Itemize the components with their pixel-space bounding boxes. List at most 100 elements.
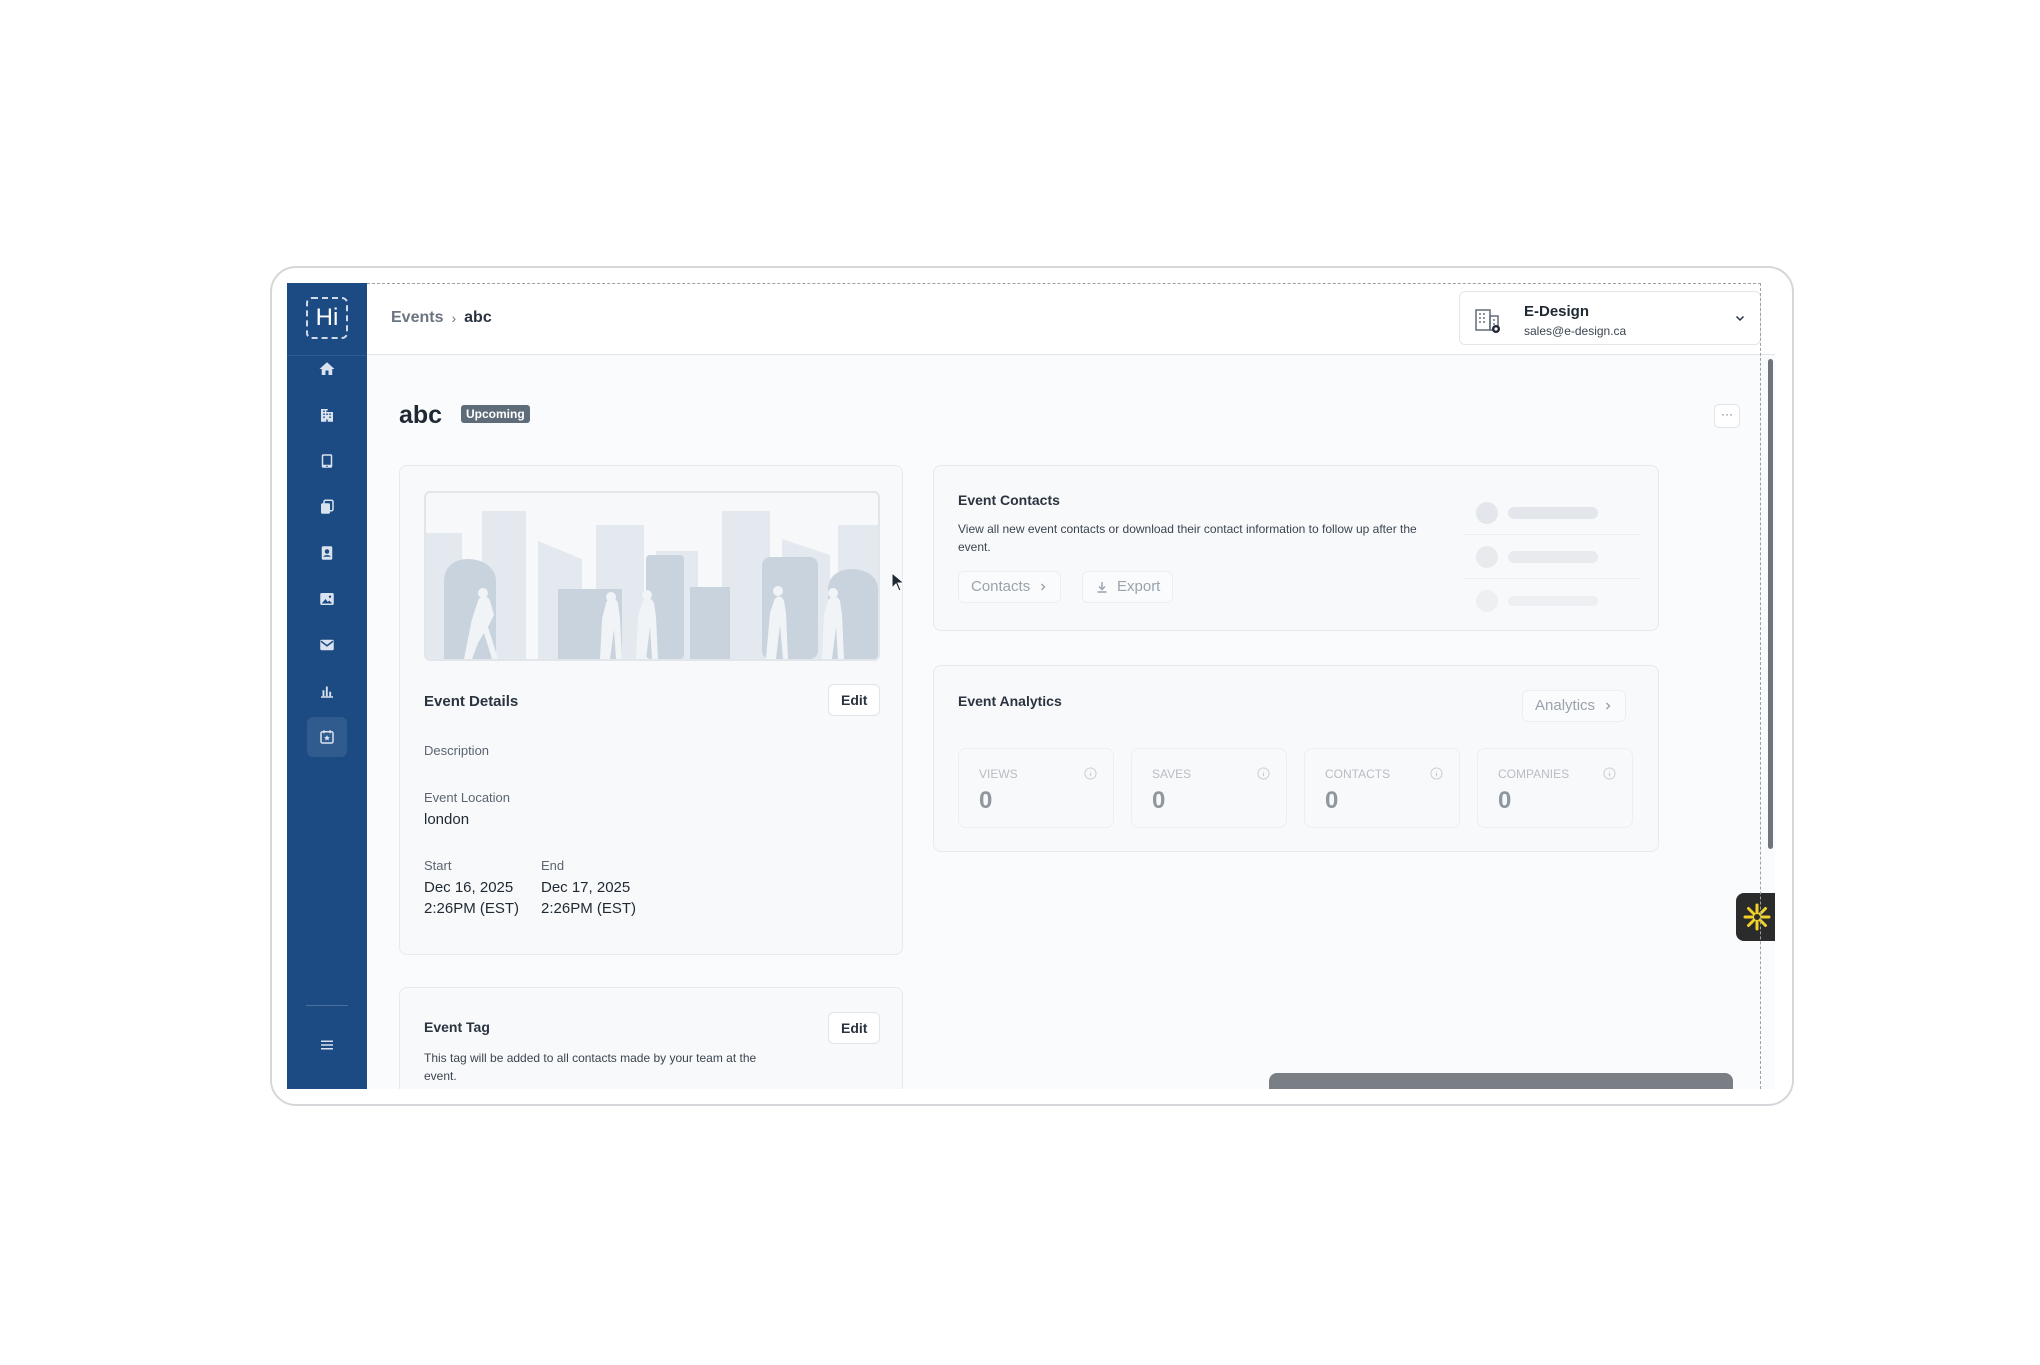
stat-saves: SAVES 0	[1131, 748, 1287, 828]
stat-label: CONTACTS	[1325, 767, 1391, 781]
page-title: abc	[399, 401, 443, 429]
start-date: Dec 16, 2025	[424, 879, 514, 896]
account-name: E-Design	[1524, 303, 1590, 320]
selection-border-top	[367, 283, 1761, 284]
event-location-label: Event Location	[424, 790, 511, 805]
skeleton-avatar	[1476, 590, 1498, 612]
sidebar-item-documents[interactable]	[307, 487, 347, 527]
mouse-cursor-icon	[891, 572, 905, 592]
sidebar-menu-button[interactable]	[307, 1025, 347, 1065]
skeleton-divider	[1464, 534, 1640, 535]
image-icon	[320, 593, 334, 605]
sidebar: Hi	[287, 283, 367, 1089]
main-scrollbar[interactable]	[1768, 359, 1773, 849]
building-icon	[321, 409, 333, 422]
copy-icon	[321, 499, 334, 514]
event-tag-title: Event Tag	[424, 1019, 490, 1035]
sidebar-item-devices[interactable]	[307, 441, 347, 481]
event-tag-card: Event Tag Edit This tag will be added to…	[399, 987, 903, 1089]
sidebar-item-companies[interactable]	[307, 395, 347, 435]
stat-companies: COMPANIES 0	[1477, 748, 1633, 828]
breadcrumb: Events › abc	[391, 309, 492, 327]
event-analytics-title: Event Analytics	[958, 693, 1062, 709]
stat-label: VIEWS	[979, 767, 1018, 781]
download-icon	[1097, 582, 1107, 593]
sidebar-item-media[interactable]	[307, 579, 347, 619]
account-email: sales@e-design.ca	[1524, 324, 1627, 338]
edit-tag-button[interactable]: Edit	[828, 1012, 881, 1044]
skeleton-avatar	[1476, 502, 1498, 524]
breadcrumb-separator: ›	[451, 310, 457, 326]
stat-value: 0	[1498, 787, 1512, 814]
plugin-widget-button[interactable]	[1736, 893, 1775, 941]
sidebar-item-contacts[interactable]	[307, 533, 347, 573]
skeleton-avatar	[1476, 546, 1498, 568]
city-people-illustration	[426, 511, 878, 659]
sidebar-item-home[interactable]	[307, 349, 347, 389]
chart-icon	[321, 686, 333, 698]
calendar-star-icon	[320, 730, 334, 744]
info-icon[interactable]	[1430, 767, 1443, 780]
stat-value: 0	[1325, 787, 1339, 814]
stat-contacts: CONTACTS 0	[1304, 748, 1460, 828]
selection-border-right	[1760, 283, 1761, 1089]
company-building-icon	[1475, 309, 1500, 333]
stat-label: COMPANIES	[1498, 767, 1570, 781]
end-date: Dec 17, 2025	[541, 879, 631, 896]
info-icon[interactable]	[1084, 767, 1097, 780]
skeleton-line	[1508, 551, 1598, 563]
event-contacts-card: Event Contacts View all new event contac…	[933, 465, 1659, 631]
skeleton-line	[1508, 507, 1598, 519]
breadcrumb-current: abc	[464, 309, 492, 326]
more-options-button[interactable]: ···	[1714, 404, 1740, 428]
menu-icon	[321, 1040, 333, 1050]
end-label: End	[541, 858, 565, 873]
export-button[interactable]: Export	[1082, 571, 1174, 603]
description-label: Description	[424, 743, 490, 758]
start-time: 2:26PM (EST)	[424, 900, 520, 917]
tablet-icon	[321, 454, 333, 468]
info-icon[interactable]	[1603, 767, 1616, 780]
chevron-right-icon	[1606, 702, 1611, 710]
asterisk-icon	[1743, 903, 1771, 931]
sidebar-bottom-divider	[306, 1005, 348, 1006]
stat-value: 0	[979, 787, 993, 814]
stat-views: VIEWS 0	[958, 748, 1114, 828]
app-screen: Hi Events › abc E-Design sales@e-design.…	[287, 283, 1775, 1089]
event-cover-image	[424, 491, 880, 661]
sidebar-item-events[interactable]	[307, 717, 347, 757]
media-controls-bar[interactable]	[1269, 1073, 1733, 1089]
event-analytics-card: Event Analytics Analytics VIEWS 0 SAVES …	[933, 665, 1659, 852]
analytics-button[interactable]: Analytics	[1522, 690, 1627, 722]
app-logo[interactable]: Hi	[306, 297, 348, 339]
sidebar-item-analytics[interactable]	[307, 671, 347, 711]
export-button-label: Export	[1117, 578, 1161, 595]
skeleton-line	[1508, 596, 1598, 606]
event-details-title: Event Details	[424, 693, 519, 710]
stat-value: 0	[1152, 787, 1166, 814]
chevron-down-icon	[1735, 315, 1745, 322]
event-tag-description: This tag will be added to all contacts m…	[424, 1051, 757, 1083]
home-icon	[319, 362, 335, 375]
account-switcher[interactable]: E-Design sales@e-design.ca	[1459, 291, 1761, 345]
event-location-value: london	[424, 811, 470, 828]
sidebar-item-mail[interactable]	[307, 625, 347, 665]
event-details-card: Event Details Edit Description Event Loc…	[399, 465, 903, 955]
info-icon[interactable]	[1257, 767, 1270, 780]
contact-card-icon	[321, 546, 333, 560]
stat-label: SAVES	[1152, 767, 1192, 781]
mail-icon	[320, 639, 334, 651]
top-bar: Events › abc E-Design sales@e-design.ca	[367, 283, 1775, 355]
contacts-button[interactable]: Contacts	[958, 571, 1062, 603]
event-contacts-description: View all new event contacts or download …	[958, 522, 1417, 554]
skeleton-divider	[1464, 578, 1640, 579]
status-badge: Upcoming	[461, 405, 530, 423]
start-label: Start	[424, 858, 452, 873]
analytics-button-label: Analytics	[1535, 697, 1596, 714]
edit-details-button[interactable]: Edit	[828, 684, 881, 716]
contacts-button-label: Contacts	[971, 578, 1031, 595]
breadcrumb-events-link[interactable]: Events	[391, 309, 443, 327]
end-time: 2:26PM (EST)	[541, 900, 637, 917]
chevron-right-icon	[1041, 583, 1046, 591]
event-contacts-title: Event Contacts	[958, 492, 1060, 508]
